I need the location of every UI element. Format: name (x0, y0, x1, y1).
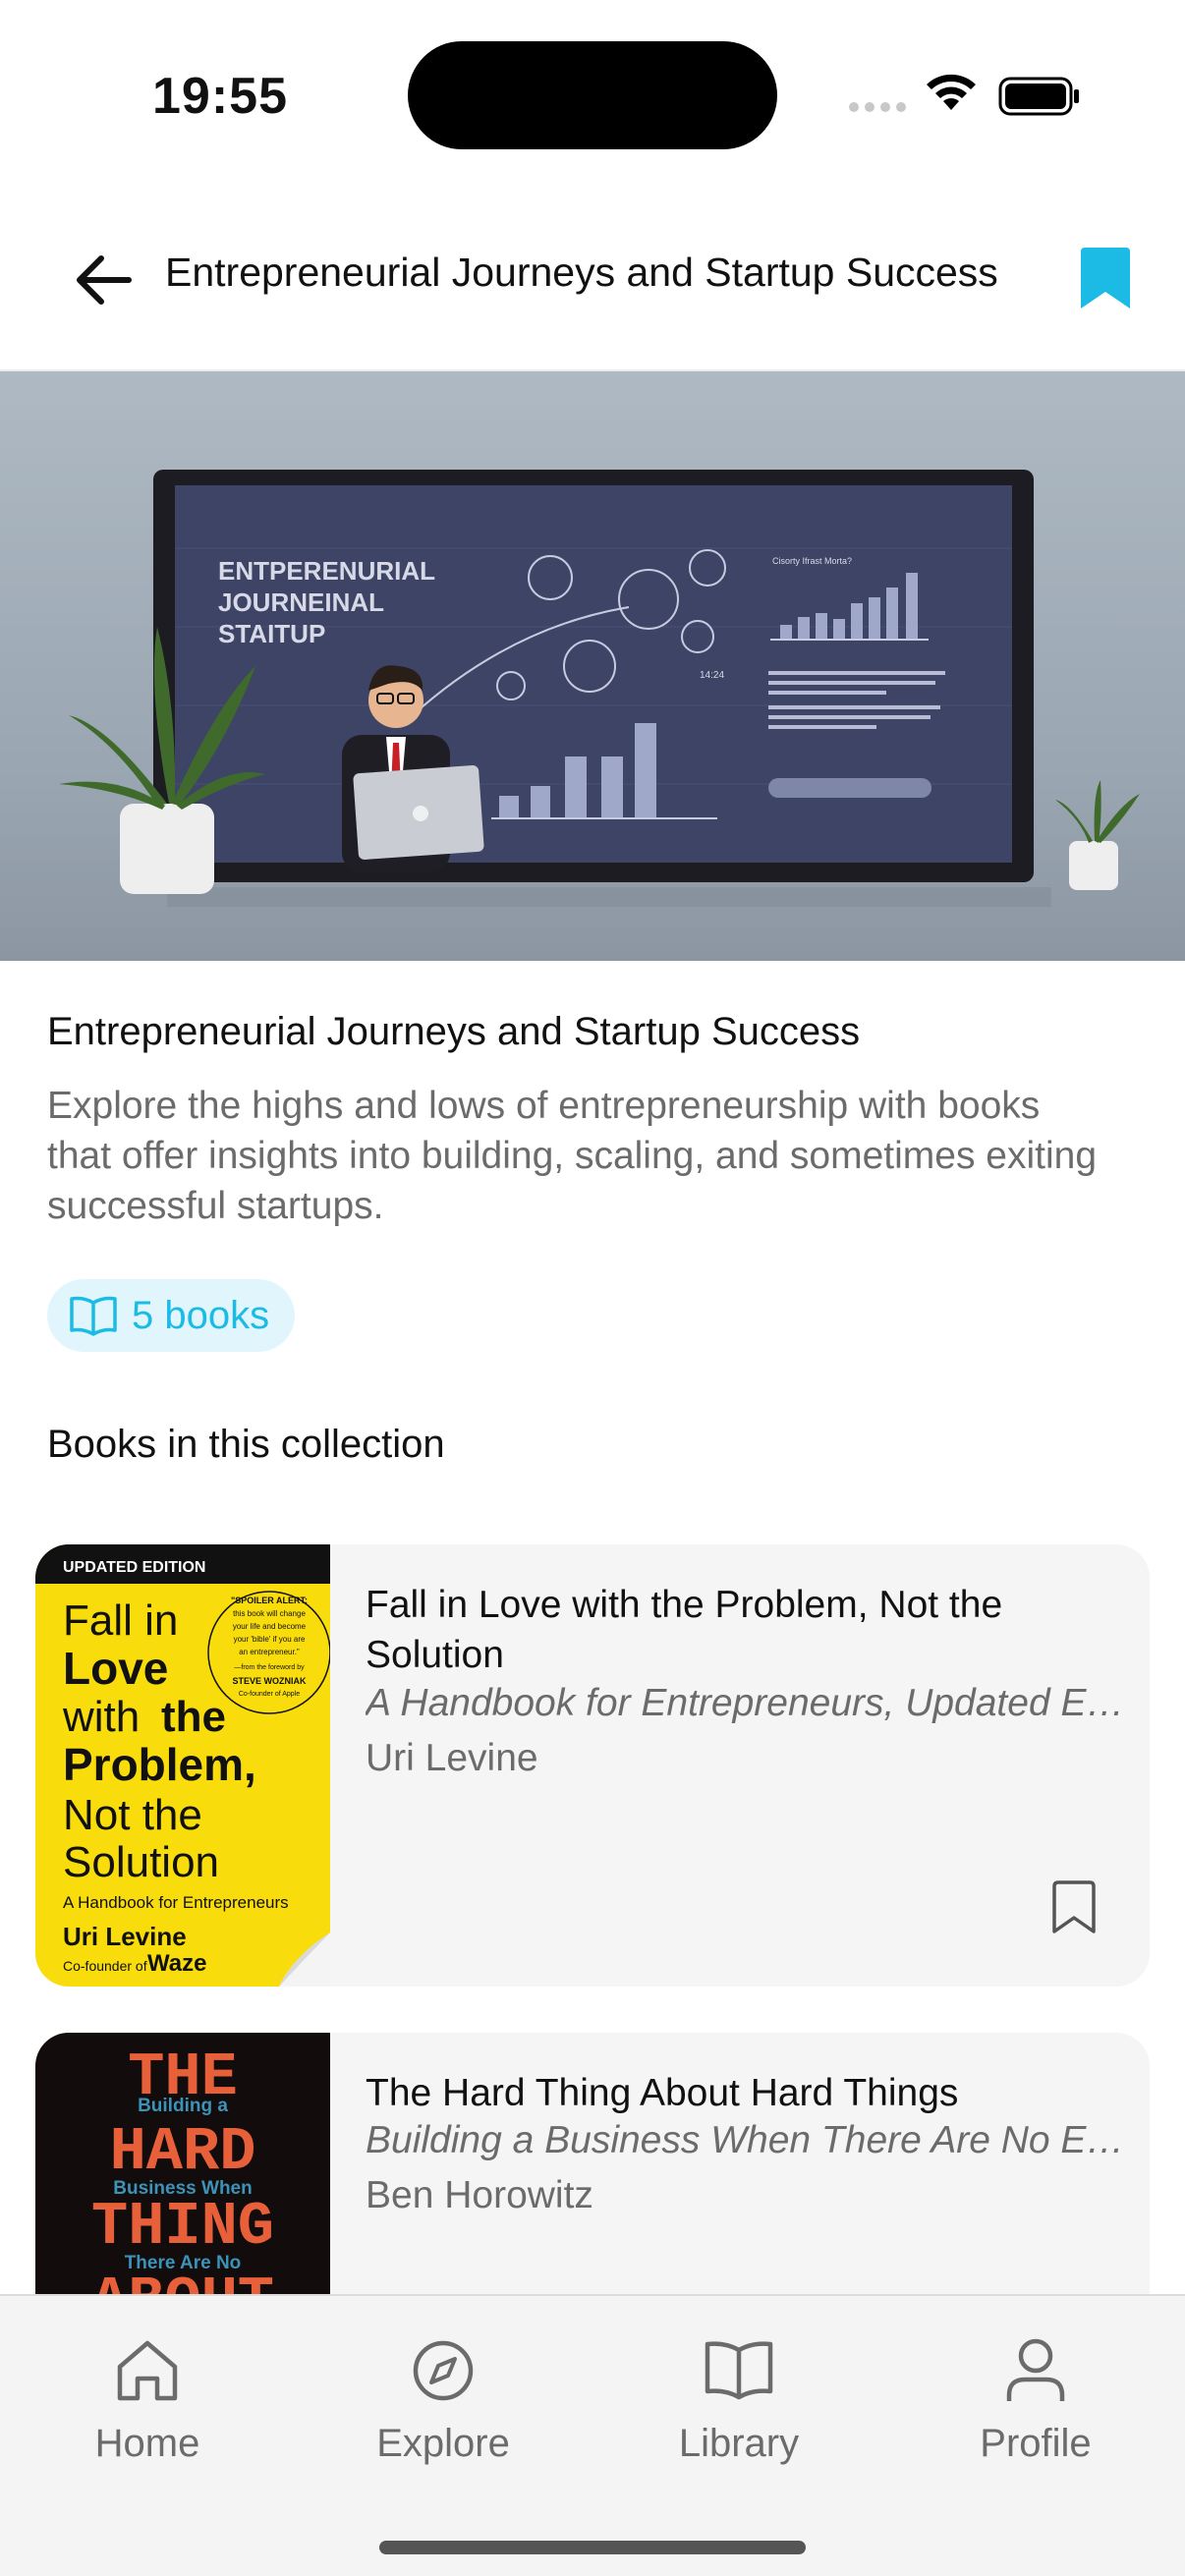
person-icon (1006, 2338, 1065, 2401)
book-subtitle: Building a Business When There Are No Ea… (366, 2119, 1132, 2161)
wifi-icon (927, 74, 976, 110)
screen-heading-line-1: ENTPERENURIAL (218, 556, 435, 586)
book-count-label: 5 books (132, 1293, 270, 1337)
home-icon (117, 2340, 178, 2401)
screen-stat: 14:24 (700, 670, 724, 681)
badge-line-7: STEVE WOZNIAK (232, 1676, 307, 1686)
collection-description: Explore the highs and lows of entreprene… (47, 1085, 1098, 1227)
book-card[interactable]: UPDATED EDITION Fall in Love with the Pr… (35, 1544, 1150, 1987)
cover-tagline: A Handbook for Entrepreneurs (63, 1893, 289, 1912)
cover-banner: UPDATED EDITION (63, 1559, 205, 1576)
badge-line-2: this book will change (233, 1609, 306, 1618)
screen-heading-line-3: STAITUP (218, 619, 325, 648)
book-count-badge: 5 books (47, 1279, 296, 1352)
battery-icon (998, 77, 1079, 116)
tab-explore[interactable]: Explore (315, 2331, 571, 2466)
collection-hero-image: ENTPERENURIAL JOURNEINAL STAITUP 14:24 C… (0, 371, 1185, 961)
badge-line-5: an entrepreneur." (239, 1648, 300, 1656)
status-time: 19:55 (152, 68, 288, 125)
tab-label-home: Home (94, 2422, 200, 2465)
badge-line-1: "SPOILER ALERT: (231, 1596, 308, 1605)
book-author: Uri Levine (366, 1737, 538, 1779)
cover-word-3: THING (91, 2192, 274, 2262)
cover-line-4: Problem, (63, 1739, 256, 1790)
book-author: Ben Horowitz (366, 2174, 593, 2216)
cover-line-3a: with (62, 1693, 140, 1741)
cover-line-1: Fall in (63, 1596, 178, 1645)
arrow-left-icon (77, 255, 132, 305)
book-title: Fall in Love with the Problem, Not the S… (366, 1584, 1003, 1676)
cellular-signal-icon (849, 102, 906, 112)
cover-line-5: Not the (63, 1791, 202, 1839)
badge-line-4: your 'bible' if you are (234, 1635, 306, 1644)
cover-author-note-a: Co-founder of (63, 1958, 147, 1974)
status-bar: 19:55 (0, 0, 1185, 187)
dynamic-island (408, 41, 777, 149)
tab-label-explore: Explore (376, 2422, 510, 2465)
book-open-icon (705, 2341, 773, 2400)
book-open-icon (70, 1296, 117, 1336)
page-title: Entrepreneurial Journeys and Startup Suc… (165, 250, 998, 295)
cover-line-2: Love (63, 1643, 168, 1694)
tab-profile[interactable]: Profile (908, 2331, 1163, 2466)
screen-heading-line-2: JOURNEINAL (218, 588, 384, 617)
cover-sub-1: Building a (138, 2096, 228, 2116)
bookmark-outline-icon[interactable] (1049, 1878, 1099, 1937)
badge-line-8: Co-founder of Apple (239, 1691, 300, 1698)
cover-word-2: HARD (110, 2117, 256, 2187)
badge-line-3: your life and become (233, 1622, 307, 1631)
tab-label-library: Library (678, 2422, 800, 2465)
badge-line-6: —from the foreword by (234, 1664, 305, 1671)
book-cover: UPDATED EDITION Fall in Love with the Pr… (35, 1544, 330, 1987)
tab-label-profile: Profile (980, 2422, 1092, 2465)
tab-home[interactable]: Home (20, 2331, 275, 2466)
cover-author: Uri Levine (63, 1922, 187, 1951)
cover-line-6: Solution (63, 1838, 219, 1886)
cover-line-3b: the (161, 1693, 226, 1741)
section-title: Books in this collection (47, 1423, 445, 1466)
book-subtitle: A Handbook for Entrepreneurs, Updated Ed… (366, 1682, 1132, 1724)
collection-title: Entrepreneurial Journeys and Startup Suc… (47, 1010, 861, 1053)
screen-chart-heading: Cisorty Ifrast Morta? (772, 556, 852, 566)
header-bar: Entrepreneurial Journeys and Startup Suc… (0, 187, 1185, 371)
cover-author-note-b: Waze (147, 1950, 206, 1977)
back-button[interactable] (69, 246, 138, 314)
tab-library[interactable]: Library (611, 2331, 867, 2466)
home-indicator (379, 2541, 806, 2554)
compass-icon (413, 2340, 474, 2401)
bookmark-filled-icon[interactable] (1077, 244, 1134, 314)
book-title: The Hard Thing About Hard Things (366, 2072, 959, 2114)
tab-bar: Home Explore Library Profile (0, 2294, 1185, 2576)
